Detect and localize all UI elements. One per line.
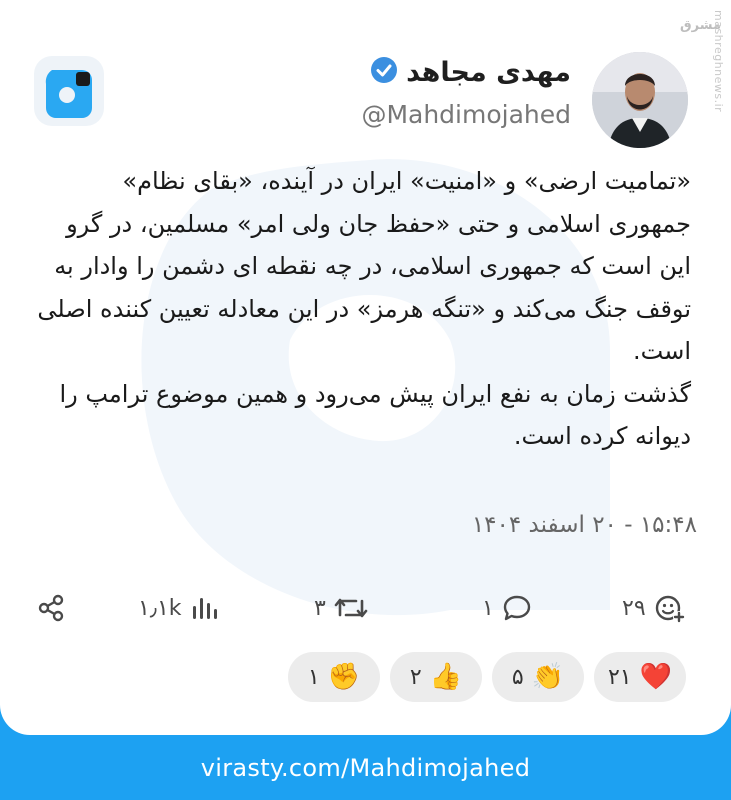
post-body: «تمامیت ارضی» و «امنیت» ایران در آینده، … <box>36 160 691 458</box>
footer-url[interactable]: virasty.com/Mahdimojahed <box>0 735 731 800</box>
repost-icon <box>334 598 368 618</box>
post-paragraph: گذشت زمان به نفع ایران پیش می‌رود و همین… <box>59 379 691 451</box>
add-reaction-button[interactable]: ۲۹ <box>622 588 686 628</box>
post-paragraph: «تمامیت ارضی» و «امنیت» ایران در آینده، … <box>37 167 691 365</box>
author-name-row: مهدی مجاهد <box>370 56 571 88</box>
views-button[interactable]: ۱٫۱k <box>138 588 218 628</box>
clapping-hands-icon: 👏 <box>531 662 565 692</box>
views-count: ۱٫۱k <box>138 595 182 621</box>
reaction-heart[interactable]: ۲۱ ❤️ <box>594 652 686 702</box>
reaction-thumbs-up[interactable]: ۲ 👍 <box>390 652 482 702</box>
thumbs-up-icon: 👍 <box>429 662 463 692</box>
bar-chart-icon <box>192 598 217 619</box>
reaction-clap[interactable]: ۵ 👏 <box>492 652 584 702</box>
reaction-count: ۲ <box>409 664 422 690</box>
share-icon <box>38 594 64 622</box>
verified-badge-icon <box>370 56 398 88</box>
raised-fist-icon: ✊ <box>327 662 361 692</box>
reactions-bar: ۱ ✊ ۲ 👍 ۵ 👏 ۲۱ ❤️ <box>0 652 731 704</box>
repost-button[interactable]: ۳ <box>314 588 368 628</box>
reaction-fist[interactable]: ۱ ✊ <box>288 652 380 702</box>
share-button[interactable] <box>36 588 66 628</box>
post-timestamp: ۱۵:۴۸ - ۲۰ اسفند ۱۴۰۴ <box>471 512 697 538</box>
author-avatar[interactable] <box>592 52 688 148</box>
site-watermark: mashreghnews.ir <box>712 10 725 113</box>
heart-icon: ❤️ <box>639 662 672 692</box>
reactions-count: ۲۹ <box>622 595 646 621</box>
author-handle[interactable]: @Mahdimojahed <box>361 100 571 129</box>
virasty-logo-icon[interactable] <box>34 56 104 126</box>
reaction-count: ۲۱ <box>607 664 632 690</box>
reposts-count: ۳ <box>314 595 326 621</box>
comment-icon <box>503 595 531 621</box>
add-emoji-icon <box>655 595 685 623</box>
post-card: مشرق mashreghnews.ir مهدی مجاهد @Mahdimo… <box>0 0 731 735</box>
author-name[interactable]: مهدی مجاهد <box>406 57 571 88</box>
reaction-count: ۵ <box>511 664 524 690</box>
reaction-count: ۱ <box>307 664 320 690</box>
action-bar: ۱٫۱k ۳ ۱ ۲۹ <box>0 588 731 628</box>
reply-button[interactable]: ۱ <box>482 588 532 628</box>
replies-count: ۱ <box>482 595 494 621</box>
